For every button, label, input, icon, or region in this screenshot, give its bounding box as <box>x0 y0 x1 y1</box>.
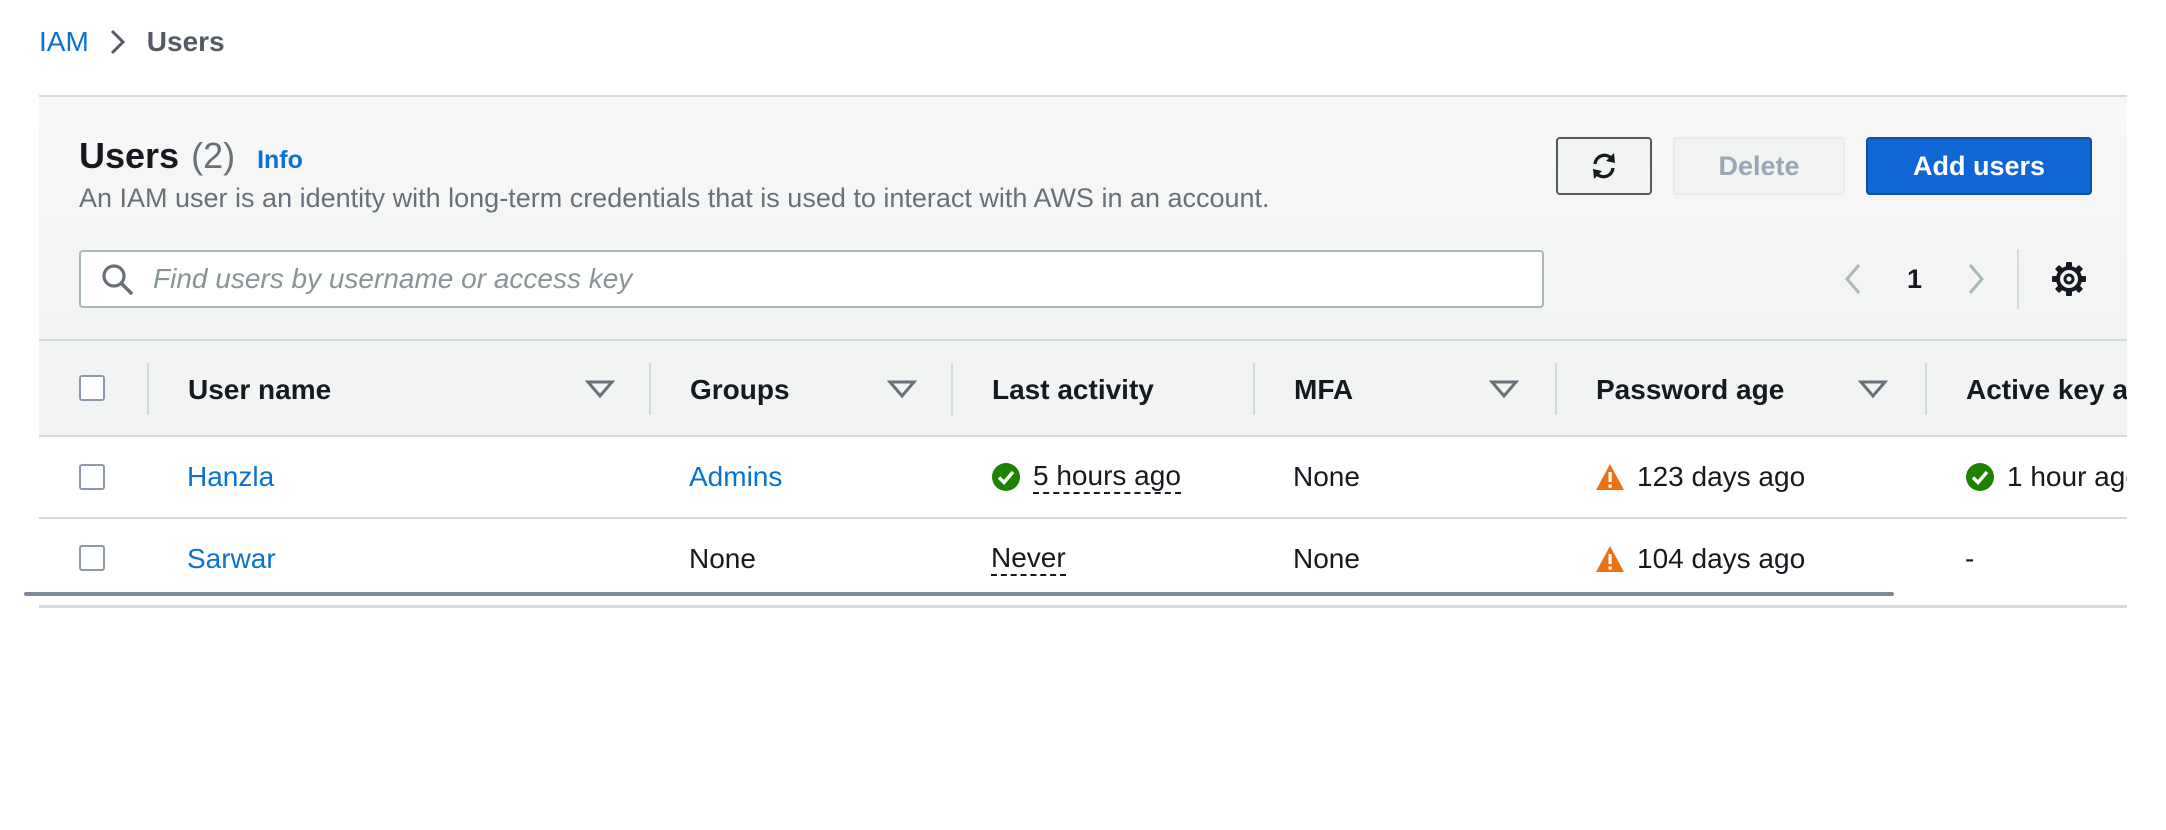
user-name-cell: Hanzla <box>187 437 274 517</box>
breadcrumb-iam-link[interactable]: IAM <box>39 26 89 58</box>
column-header-password-age[interactable]: Password age <box>1596 341 1784 439</box>
panel-header: Users (2) Info An IAM user is an identit… <box>39 97 2127 339</box>
delete-button[interactable]: Delete <box>1673 137 1845 195</box>
select-all-checkbox[interactable] <box>79 375 105 401</box>
password-age-cell: 104 days ago <box>1595 519 1805 599</box>
page-title: Users <box>79 135 180 176</box>
check-circle-icon <box>991 462 1021 492</box>
user-count: (2) <box>191 135 236 176</box>
sort-caret-icon[interactable] <box>887 375 917 405</box>
search-field <box>79 250 1544 308</box>
user-name-link[interactable]: Hanzla <box>187 461 274 493</box>
refresh-icon <box>1588 150 1620 182</box>
info-link[interactable]: Info <box>257 146 303 175</box>
sort-caret-icon[interactable] <box>1489 375 1519 405</box>
password-age-value: 104 days ago <box>1637 543 1806 574</box>
mfa-cell: None <box>1293 519 1360 599</box>
column-header-groups[interactable]: Groups <box>690 341 790 439</box>
breadcrumb-current: Users <box>146 26 225 57</box>
column-divider <box>1555 363 1557 415</box>
column-divider <box>147 363 149 415</box>
password-age-value: 123 days ago <box>1637 461 1806 492</box>
table-header: User name Groups Last activity MFA Passw… <box>39 339 2127 437</box>
table-row: Hanzla Admins 5 hours ago None 123 days … <box>39 437 2127 519</box>
groups-cell: None <box>689 519 756 599</box>
title-row: Users (2) Info <box>79 135 303 177</box>
column-header-last-activity[interactable]: Last activity <box>992 341 1154 439</box>
check-circle-icon <box>1965 462 1995 492</box>
search-icon <box>99 261 135 297</box>
warning-triangle-icon <box>1595 544 1625 574</box>
column-divider <box>649 363 651 415</box>
group-link[interactable]: Admins <box>689 461 782 493</box>
user-name-link[interactable]: Sarwar <box>187 543 276 575</box>
column-label: Active key a <box>1966 374 2127 405</box>
users-table-panel: Users (2) Info An IAM user is an identit… <box>39 95 2127 608</box>
mfa-value: None <box>1293 461 1360 492</box>
user-name-cell: Sarwar <box>187 519 276 599</box>
active-key-age-value: 1 hour ago <box>2007 461 2127 492</box>
column-divider <box>1925 363 1927 415</box>
last-activity-cell: Never <box>991 519 1066 599</box>
breadcrumb: IAM Users <box>39 26 225 58</box>
pagination: 1 <box>1839 253 1990 305</box>
mfa-value: None <box>1293 543 1360 574</box>
column-label: Groups <box>690 374 790 405</box>
previous-page-icon[interactable] <box>1839 259 1867 299</box>
column-divider <box>1253 363 1255 415</box>
groups-cell: Admins <box>689 437 782 517</box>
column-label: User name <box>188 374 332 405</box>
last-activity-value[interactable]: Never <box>991 542 1066 576</box>
warning-triangle-icon <box>1595 462 1625 492</box>
row-checkbox[interactable] <box>79 464 105 490</box>
next-page-icon[interactable] <box>1962 259 1990 299</box>
column-header-active-key-age[interactable]: Active key a <box>1966 341 2127 439</box>
table-row: Sarwar None Never None 104 days ago - <box>39 519 2127 599</box>
column-label: Password age <box>1596 374 1785 405</box>
row-checkbox[interactable] <box>79 545 105 571</box>
active-key-age-cell: - <box>1965 519 1974 599</box>
gear-icon[interactable] <box>2047 257 2091 301</box>
page-description: An IAM user is an identity with long-ter… <box>79 183 1270 213</box>
column-label: MFA <box>1294 374 1354 405</box>
last-activity-value[interactable]: 5 hours ago <box>1033 460 1181 494</box>
active-key-age-cell: 1 hour ago <box>1965 437 2127 517</box>
last-activity-cell: 5 hours ago <box>991 437 1181 517</box>
current-page-number[interactable]: 1 <box>1907 264 1922 295</box>
sort-caret-icon[interactable] <box>585 375 615 405</box>
refresh-button[interactable] <box>1556 137 1652 195</box>
column-label: Last activity <box>992 374 1154 405</box>
groups-value: None <box>689 543 756 574</box>
sort-caret-icon[interactable] <box>1858 375 1888 405</box>
pagination-divider <box>2017 249 2019 309</box>
active-key-age-value: - <box>1965 543 1975 574</box>
chevron-right-icon <box>107 28 129 56</box>
horizontal-scrollbar[interactable] <box>24 592 1894 596</box>
add-users-button[interactable]: Add users <box>1866 137 2092 195</box>
search-input[interactable] <box>151 262 1515 296</box>
column-header-mfa[interactable]: MFA <box>1294 341 1353 439</box>
column-header-user-name[interactable]: User name <box>188 341 331 439</box>
password-age-cell: 123 days ago <box>1595 437 1805 517</box>
column-divider <box>951 363 953 415</box>
mfa-cell: None <box>1293 437 1360 517</box>
